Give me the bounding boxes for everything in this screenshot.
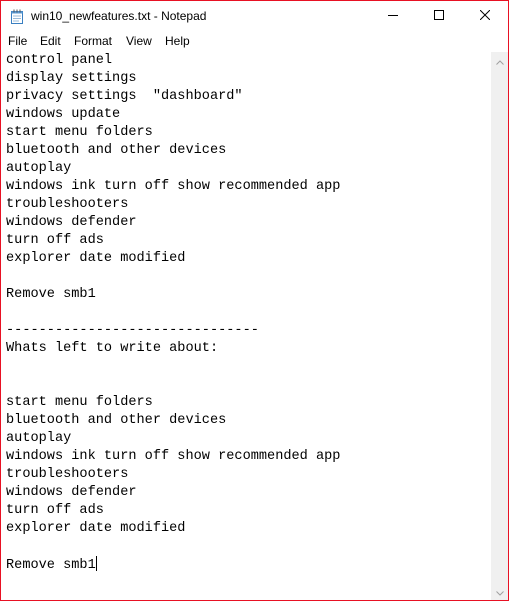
text-line: display settings: [6, 71, 137, 86]
text-line: Remove smb1: [6, 287, 96, 302]
menu-bar: File Edit Format View Help: [1, 32, 508, 52]
text-line: explorer date modified: [6, 251, 186, 266]
menu-help[interactable]: Help: [165, 34, 190, 48]
text-line: windows update: [6, 107, 121, 122]
text-line: windows defender: [6, 215, 137, 230]
menu-view[interactable]: View: [126, 34, 152, 48]
text-editor[interactable]: control panel display settings privacy set…: [1, 52, 491, 600]
window-title: win10_newfeatures.txt - Notepad: [31, 9, 207, 23]
text-line: troubleshooters: [6, 197, 129, 212]
text-line: [6, 358, 340, 376]
menu-edit[interactable]: Edit: [40, 34, 61, 48]
text-line: troubleshooters: [6, 467, 129, 482]
minimize-icon: [388, 7, 398, 25]
text-caret: [95, 556, 97, 571]
text-line: autoplay: [6, 431, 72, 446]
chevron-down-icon: [495, 583, 504, 601]
notepad-window: win10_newfeatures.txt - Notepad File Edi…: [0, 0, 509, 601]
maximize-icon: [434, 7, 444, 25]
text-line: bluetooth and other devices: [6, 143, 227, 158]
notepad-icon[interactable]: [10, 9, 24, 24]
vertical-scrollbar[interactable]: [491, 52, 508, 600]
editor-lines: control panel display settings privacy set…: [6, 52, 340, 574]
close-icon: [479, 7, 491, 25]
text-line: windows ink turn off show recommended ap…: [6, 179, 341, 194]
text-line: Whats left to write about:: [6, 341, 219, 356]
menu-file[interactable]: File: [8, 34, 27, 48]
text-line: Remove smb1: [6, 556, 97, 573]
text-line: start menu folders: [6, 395, 153, 410]
text-line: windows defender: [6, 485, 137, 500]
text-line: privacy settings "dashboard": [6, 89, 243, 104]
text-line: -------------------------------: [6, 323, 259, 338]
text-line: [6, 538, 340, 556]
text-line: autoplay: [6, 161, 72, 176]
text-line: windows ink turn off show recommended ap…: [6, 449, 341, 464]
text-line: [6, 304, 340, 322]
text-line: control panel: [6, 53, 113, 68]
text-line: [6, 376, 340, 394]
menu-format[interactable]: Format: [74, 34, 112, 48]
text-line: turn off ads: [6, 503, 104, 518]
text-line: turn off ads: [6, 233, 104, 248]
maximize-button[interactable]: [416, 1, 462, 31]
title-bar[interactable]: win10_newfeatures.txt - Notepad: [1, 1, 508, 31]
chevron-up-icon: [495, 52, 504, 70]
text-line: bluetooth and other devices: [6, 413, 227, 428]
scroll-up-button[interactable]: [491, 52, 508, 69]
text-line: start menu folders: [6, 125, 153, 140]
text-line: explorer date modified: [6, 521, 186, 536]
minimize-button[interactable]: [370, 1, 416, 31]
close-button[interactable]: [462, 1, 508, 31]
text-line: [6, 268, 340, 286]
scroll-down-button[interactable]: [491, 583, 508, 600]
